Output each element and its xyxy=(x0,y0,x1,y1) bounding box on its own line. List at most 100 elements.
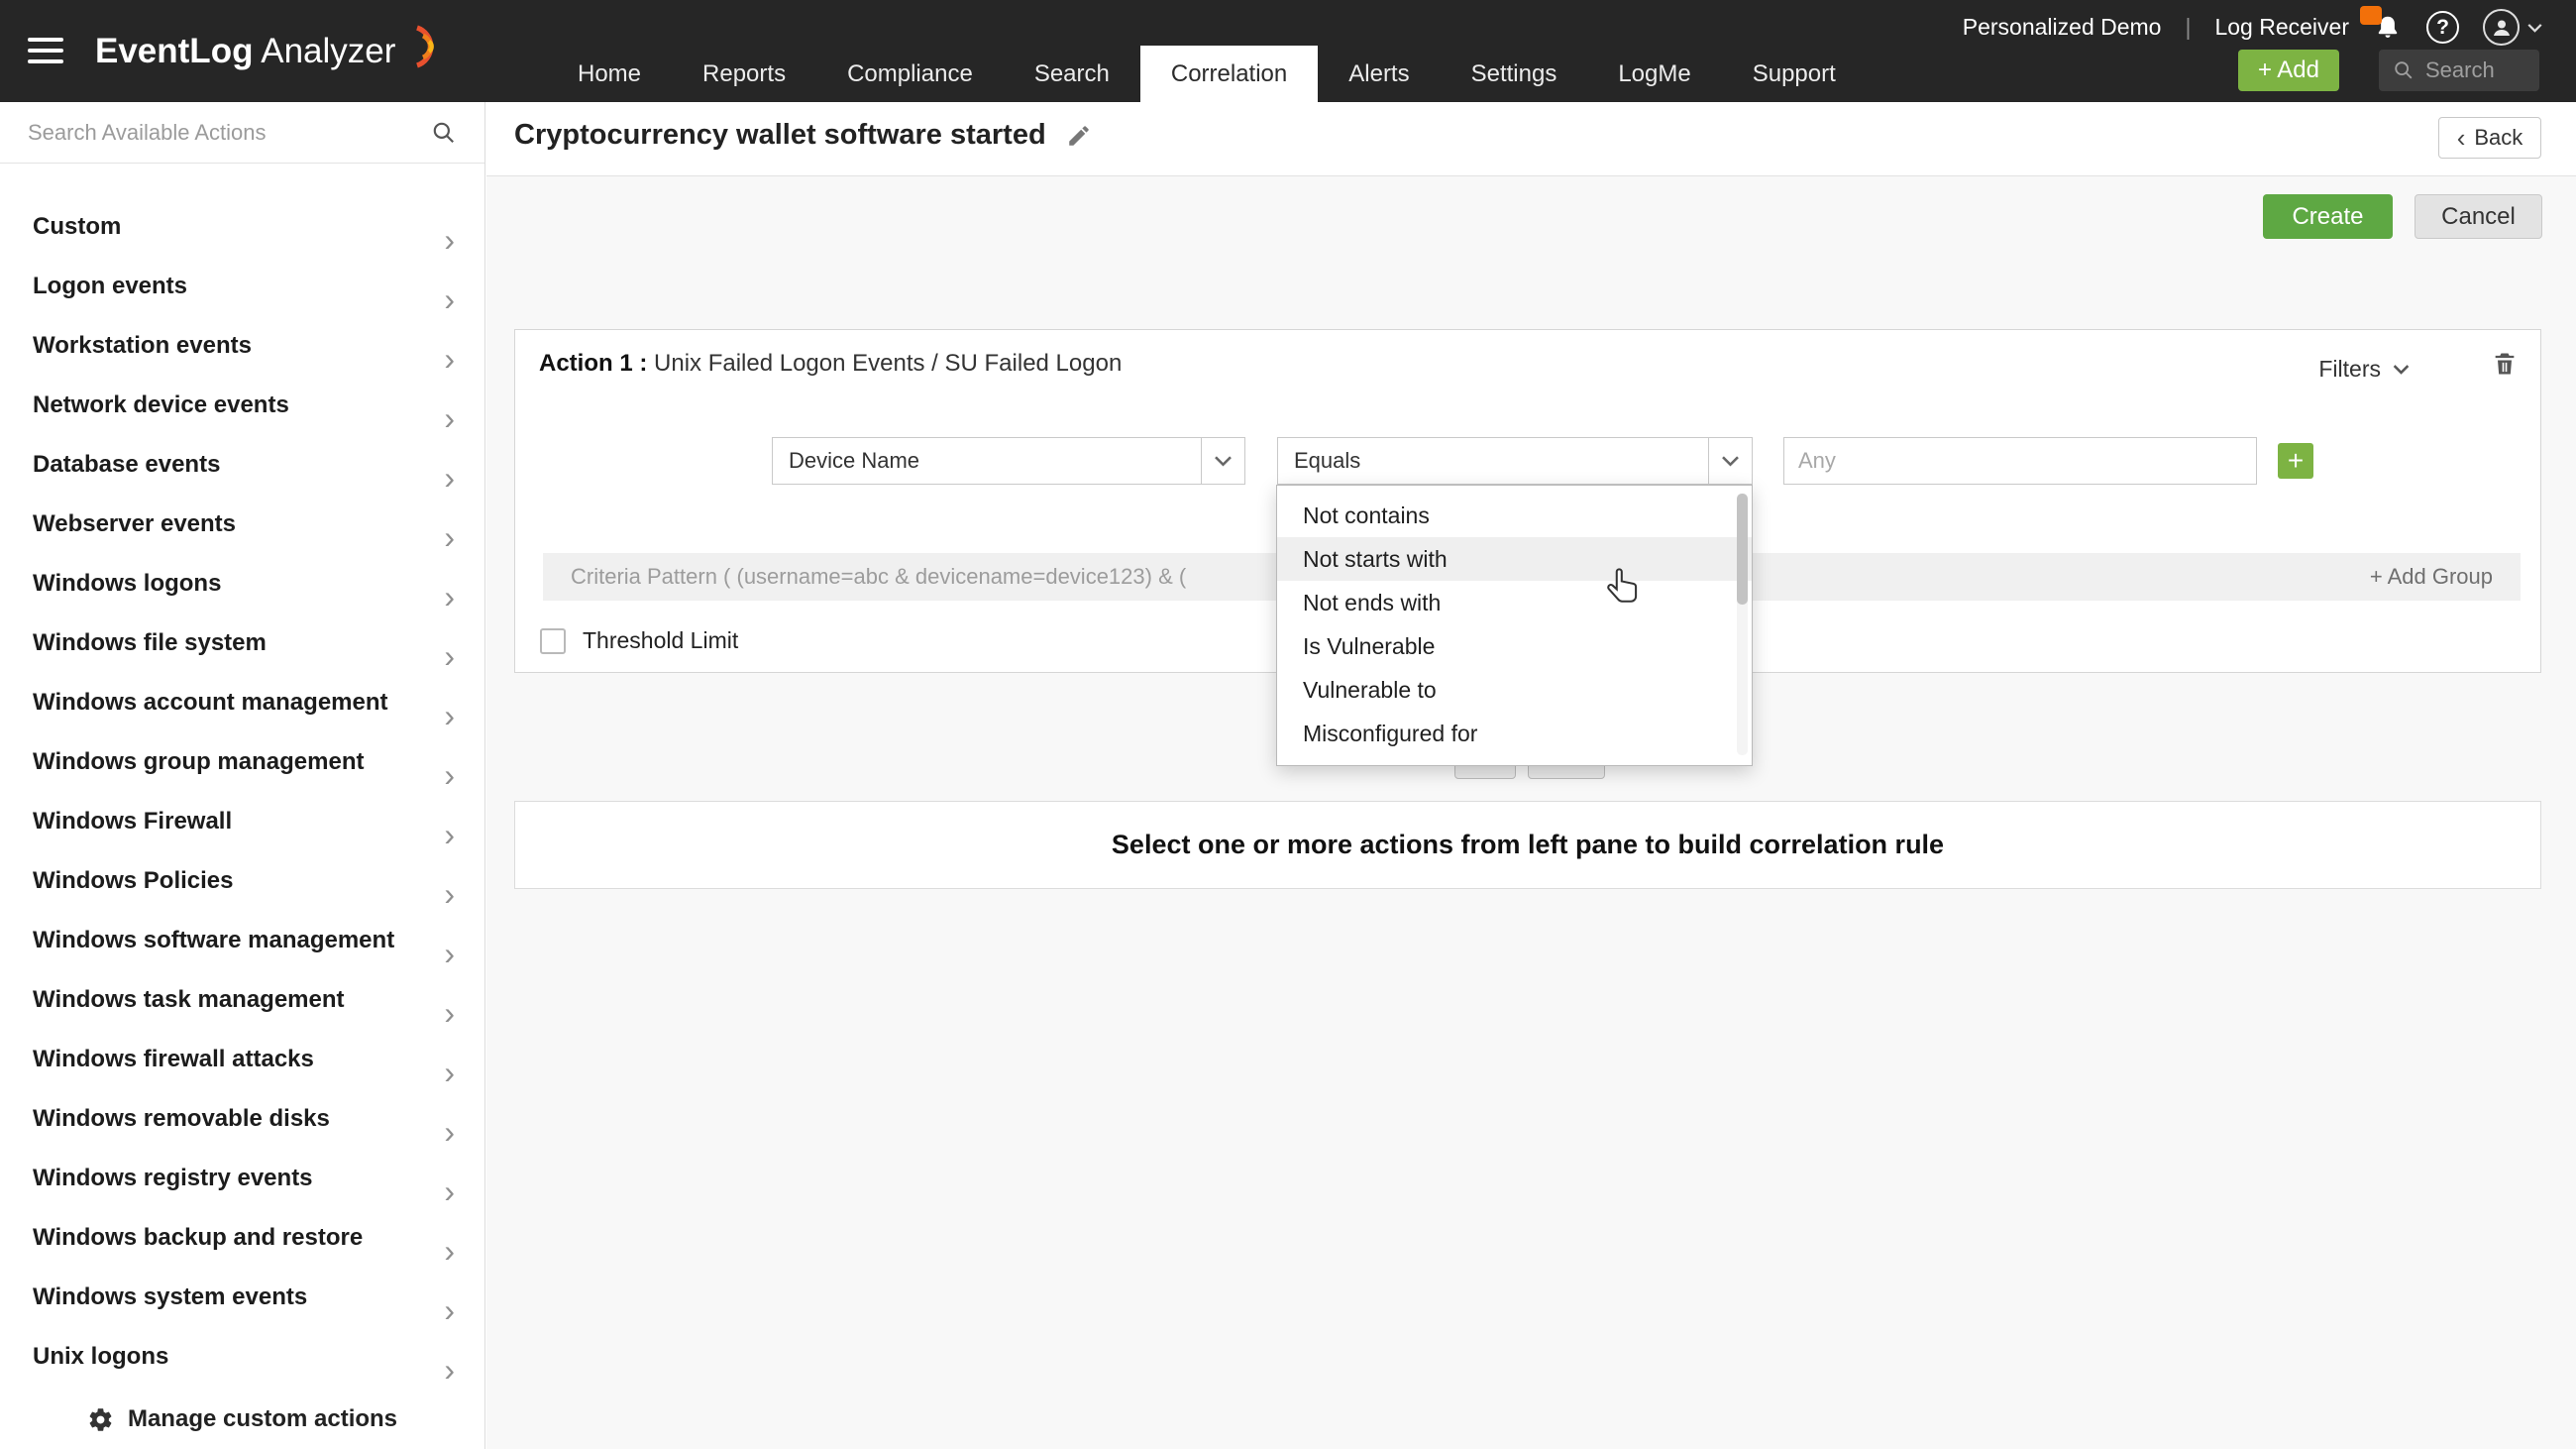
dropdown-scrollbar[interactable] xyxy=(1737,494,1748,755)
nav-item[interactable]: Home xyxy=(547,46,672,102)
dropdown-option[interactable]: Is Vulnerable xyxy=(1277,624,1752,668)
divider: | xyxy=(2185,14,2191,41)
nav-item[interactable]: Support xyxy=(1722,46,1867,102)
app-logo: EventLog Analyzer xyxy=(95,0,451,102)
action-name: Unix Failed Logon Events / SU Failed Log… xyxy=(654,350,1122,377)
dropdown-option[interactable]: Not starts with xyxy=(1277,537,1752,581)
dropdown-option[interactable]: Not ends with xyxy=(1277,581,1752,624)
chevron-right-icon xyxy=(444,938,455,969)
sidebar-item[interactable]: Windows backup and restore xyxy=(0,1208,484,1268)
empty-state-message: Select one or more actions from left pan… xyxy=(1112,830,1944,860)
back-button[interactable]: Back xyxy=(2438,117,2541,159)
chevron-right-icon xyxy=(444,997,455,1029)
nav-item[interactable]: Reports xyxy=(672,46,816,102)
dropdown-option[interactable]: Vulnerable to xyxy=(1277,668,1752,712)
sidebar-item-label: Windows firewall attacks xyxy=(33,1046,314,1073)
sidebar-item-label: Windows Firewall xyxy=(33,808,232,836)
actions-sidebar: Custom Logon events Workstation events N… xyxy=(0,102,485,1449)
operator-select[interactable]: Equals xyxy=(1277,437,1753,485)
sidebar-item[interactable]: Windows file system xyxy=(0,613,484,673)
chevron-right-icon xyxy=(444,224,455,256)
criteria-value-input[interactable] xyxy=(1783,437,2257,485)
sidebar-search-input[interactable] xyxy=(28,120,431,146)
log-receiver-link[interactable]: Log Receiver xyxy=(2214,14,2349,41)
sidebar-item-label: Windows task management xyxy=(33,986,345,1014)
sidebar-item[interactable]: Workstation events xyxy=(0,316,484,376)
help-button[interactable] xyxy=(2426,11,2459,44)
chevron-right-icon xyxy=(444,1354,455,1386)
filters-label: Filters xyxy=(2318,356,2381,383)
scrollbar-thumb[interactable] xyxy=(1737,494,1748,605)
field-select-value: Device Name xyxy=(773,448,919,474)
sidebar-item[interactable]: Windows account management xyxy=(0,673,484,732)
menu-icon[interactable] xyxy=(28,38,63,63)
sidebar-item-label: Custom xyxy=(33,213,121,241)
add-button[interactable]: + Add xyxy=(2238,50,2339,91)
gear-icon xyxy=(87,1406,114,1433)
nav-item[interactable]: LogMe xyxy=(1587,46,1721,102)
trash-icon xyxy=(2491,350,2519,378)
sidebar-item[interactable]: Database events xyxy=(0,435,484,495)
chevron-down-icon xyxy=(1721,455,1740,467)
criteria-pattern-text: Criteria Pattern ( (username=abc & devic… xyxy=(571,564,1186,590)
back-label: Back xyxy=(2474,125,2522,151)
sidebar-item[interactable]: Custom xyxy=(0,197,484,257)
sidebar-item[interactable]: Windows firewall attacks xyxy=(0,1030,484,1089)
dropdown-option[interactable]: Not contains xyxy=(1277,494,1752,537)
edit-icon[interactable] xyxy=(1066,123,1092,149)
cancel-button[interactable]: Cancel xyxy=(2415,194,2542,239)
nav-item[interactable]: Correlation xyxy=(1140,46,1318,102)
notifications-button[interactable] xyxy=(2373,13,2403,43)
global-search-input[interactable]: Search xyxy=(2379,50,2539,91)
main-nav: HomeReportsComplianceSearchCorrelationAl… xyxy=(547,46,1867,102)
sidebar-item[interactable]: Windows task management xyxy=(0,970,484,1030)
add-group-button[interactable]: + Add Group xyxy=(2370,564,2493,590)
field-select[interactable]: Device Name xyxy=(772,437,1245,485)
sidebar-item[interactable]: Logon events xyxy=(0,257,484,316)
add-criteria-button[interactable] xyxy=(2278,443,2313,479)
chevron-right-icon xyxy=(444,581,455,613)
topbar-account-row: Personalized Demo | Log Receiver xyxy=(1963,9,2542,46)
create-button[interactable]: Create xyxy=(2263,194,2393,239)
nav-item[interactable]: Compliance xyxy=(816,46,1004,102)
sidebar-item[interactable]: Windows logons xyxy=(0,554,484,613)
sidebar-action-list: Custom Logon events Workstation events N… xyxy=(0,197,484,1387)
notification-badge xyxy=(2360,6,2382,25)
sidebar-item[interactable]: Windows software management xyxy=(0,911,484,970)
chevron-right-icon xyxy=(444,402,455,434)
chevron-right-icon xyxy=(444,1294,455,1326)
nav-item[interactable]: Search xyxy=(1004,46,1140,102)
chevron-right-icon xyxy=(444,1175,455,1207)
manage-custom-actions-label: Manage custom actions xyxy=(128,1405,397,1433)
sidebar-item[interactable]: Unix logons xyxy=(0,1327,484,1387)
delete-action-button[interactable] xyxy=(2491,350,2519,383)
sidebar-item-label: Windows logons xyxy=(33,570,221,598)
threshold-checkbox[interactable] xyxy=(540,628,566,654)
search-icon xyxy=(2393,59,2415,81)
sidebar-item-label: Windows backup and restore xyxy=(33,1224,363,1252)
sidebar-item[interactable]: Windows removable disks xyxy=(0,1089,484,1149)
sidebar-item-label: Network device events xyxy=(33,391,289,419)
chevron-right-icon xyxy=(444,1116,455,1148)
sidebar-item[interactable]: Windows Firewall xyxy=(0,792,484,851)
filters-button[interactable]: Filters xyxy=(2318,356,2410,383)
sidebar-item[interactable]: Windows Policies xyxy=(0,851,484,911)
manage-custom-actions-button[interactable]: Manage custom actions xyxy=(0,1405,484,1433)
chevron-down-icon xyxy=(2527,23,2542,33)
nav-item[interactable]: Settings xyxy=(1441,46,1588,102)
topbar-actions-row: + Add Search xyxy=(2238,50,2539,91)
sidebar-item-label: Windows group management xyxy=(33,748,364,776)
sidebar-item-label: Windows software management xyxy=(33,927,394,954)
user-menu[interactable] xyxy=(2483,9,2542,46)
chevron-right-icon xyxy=(444,878,455,910)
nav-item[interactable]: Alerts xyxy=(1318,46,1440,102)
sidebar-item-label: Windows account management xyxy=(33,689,388,717)
dropdown-option[interactable]: Misconfigured for xyxy=(1277,712,1752,755)
sidebar-item[interactable]: Webserver events xyxy=(0,495,484,554)
sidebar-item[interactable]: Windows registry events xyxy=(0,1149,484,1208)
action-label: Action 1 : xyxy=(539,350,647,377)
sidebar-item[interactable]: Network device events xyxy=(0,376,484,435)
sidebar-item[interactable]: Windows group management xyxy=(0,732,484,792)
sidebar-item[interactable]: Windows system events xyxy=(0,1268,484,1327)
sidebar-item-label: Unix logons xyxy=(33,1343,168,1371)
